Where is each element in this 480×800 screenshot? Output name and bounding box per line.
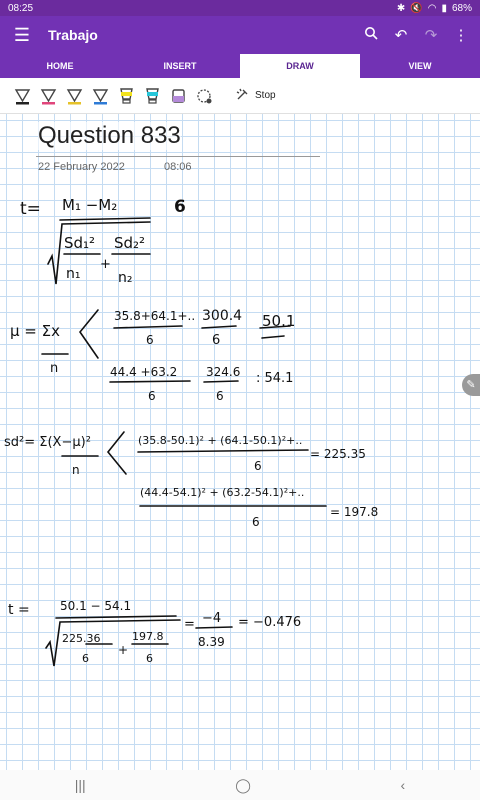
ribbon-tabs: HOME INSERT DRAW VIEW xyxy=(0,54,480,78)
ink-stroke xyxy=(261,335,285,339)
ink-t2-result: = −0.476 xyxy=(238,615,301,630)
ink-t2-a-denominator: 6 xyxy=(82,652,89,665)
undo-icon[interactable]: ↶ xyxy=(392,26,410,44)
notebook-title: Trabajo xyxy=(48,27,98,43)
stop-icon xyxy=(236,87,250,104)
home-icon[interactable]: ◯ xyxy=(235,777,251,794)
ink-row1-result: 50.1 xyxy=(262,312,295,330)
ink-sd-row2-numerator: (44.4-54.1)² + (63.2-54.1)²+.. xyxy=(140,486,304,499)
ink-row2-numerator: 44.4 +63.2 xyxy=(110,365,177,379)
ink-t2-plus: + xyxy=(118,643,128,657)
ink-t2-middle-denominator: 8.39 xyxy=(198,635,225,649)
back-icon[interactable]: ‹ xyxy=(401,777,406,793)
ink-sd-n: n xyxy=(72,463,80,477)
edit-pen-handle-icon[interactable]: ✎ xyxy=(462,374,480,396)
ink-stroke xyxy=(201,325,237,329)
note-canvas[interactable]: Question 833 22 February 2022 08:06 t= M… xyxy=(0,114,480,770)
ink-row2-middle: 324.6 xyxy=(206,365,240,379)
ink-plus: + xyxy=(100,257,111,272)
tab-draw[interactable]: DRAW xyxy=(240,54,360,78)
ink-stroke xyxy=(113,325,183,329)
highlighter-purple-icon[interactable] xyxy=(170,86,187,106)
system-nav-bar: ||| ◯ ‹ xyxy=(0,770,480,800)
ink-stroke xyxy=(195,626,233,629)
ink-t2-equals: = xyxy=(184,617,195,632)
tab-view[interactable]: VIEW xyxy=(360,54,480,78)
ink-stroke xyxy=(55,615,177,619)
status-bar: 08:25 ✱ 🔇 ◠ ▮ 68% xyxy=(0,0,480,16)
lasso-select-icon[interactable] xyxy=(196,86,213,106)
ink-row1-middle: 300.4 xyxy=(202,308,242,324)
more-options-icon[interactable]: ⋮ xyxy=(452,26,470,44)
ink-t-label: t= xyxy=(20,199,41,219)
app-bar: ☰ Trabajo ↶ ↷ ⋮ xyxy=(0,16,480,54)
stop-button[interactable]: Stop xyxy=(236,87,276,104)
recent-apps-icon[interactable]: ||| xyxy=(75,777,86,793)
menu-icon[interactable]: ☰ xyxy=(4,25,40,46)
ink-stroke xyxy=(203,380,239,383)
ink-n: n xyxy=(50,361,58,376)
ink-sd-formula: sd²= Σ(X−μ)² xyxy=(4,435,91,450)
draw-toolbar: Stop xyxy=(0,78,480,114)
ink-stroke xyxy=(59,217,151,221)
ink-t2-a-numerator: 225.36 xyxy=(62,632,101,645)
ink-row2-denominator: 6 xyxy=(148,389,156,403)
ink-mu-difference: M₁ −M₂ xyxy=(62,196,117,214)
ink-stroke xyxy=(106,431,127,475)
ink-sd-row2-denominator: 6 xyxy=(252,515,260,529)
battery-icon: ▮ xyxy=(441,2,447,14)
ink-sd2: Sd₂² xyxy=(114,234,145,252)
ink-t2-b-denominator: 6 xyxy=(146,652,153,665)
wifi-icon: ◠ xyxy=(427,2,437,14)
battery-level: 68% xyxy=(451,2,472,14)
bluetooth-icon: ✱ xyxy=(396,2,406,14)
ink-sd-row1-denominator: 6 xyxy=(254,459,262,473)
ink-stroke xyxy=(109,380,191,383)
highlighter-yellow-icon[interactable] xyxy=(118,86,135,106)
stop-label: Stop xyxy=(255,90,276,101)
search-icon[interactable] xyxy=(362,26,380,44)
status-time: 08:25 xyxy=(8,2,34,14)
pen-pink-icon[interactable] xyxy=(40,86,57,106)
ink-n2: n₂ xyxy=(118,270,133,286)
ink-n1: n₁ xyxy=(66,266,81,282)
ink-stroke xyxy=(47,221,151,285)
ink-t2-label: t = xyxy=(8,602,30,618)
pen-black-icon[interactable] xyxy=(14,86,31,106)
ink-t2-b-numerator: 197.8 xyxy=(132,630,164,643)
handwritten-ink[interactable]: t= M₁ −M₂ 6 Sd₁² n₁ + Sd₂² n₂ μ = Σx n 3… xyxy=(0,114,480,770)
ink-mu-formula: μ = Σx xyxy=(10,322,60,340)
pen-blue-icon[interactable] xyxy=(92,86,109,106)
mute-icon: 🔇 xyxy=(410,2,423,14)
ink-row2-result: : 54.1 xyxy=(256,371,293,386)
ink-stroke xyxy=(78,309,99,359)
redo-icon[interactable]: ↷ xyxy=(422,26,440,44)
highlighter-cyan-icon[interactable] xyxy=(144,86,161,106)
ink-row1-denominator: 6 xyxy=(146,333,154,347)
ink-t2-middle-numerator: −4 xyxy=(202,611,221,626)
tab-insert[interactable]: INSERT xyxy=(120,54,240,78)
status-icons: ✱ 🔇 ◠ ▮ 68% xyxy=(397,3,472,14)
ink-sd-row1-result: = 225.35 xyxy=(310,447,366,461)
ink-sd1: Sd₁² xyxy=(64,234,95,252)
ink-t2-numerator: 50.1 − 54.1 xyxy=(60,599,131,613)
ink-sd-row2-result: = 197.8 xyxy=(330,505,378,519)
tab-home[interactable]: HOME xyxy=(0,54,120,78)
ink-stroke xyxy=(137,449,309,453)
pen-yellow-icon[interactable] xyxy=(66,86,83,106)
ink-sd-row1-numerator: (35.8-50.1)² + (64.1-50.1)²+.. xyxy=(138,434,302,447)
ink-row2-middle-den: 6 xyxy=(216,389,224,403)
ink-row1-numerator: 35.8+64.1+.. xyxy=(114,309,195,323)
app-actions: ↶ ↷ ⋮ xyxy=(362,26,470,44)
ink-row1-middle-den: 6 xyxy=(212,333,220,348)
ink-six: 6 xyxy=(174,197,186,217)
